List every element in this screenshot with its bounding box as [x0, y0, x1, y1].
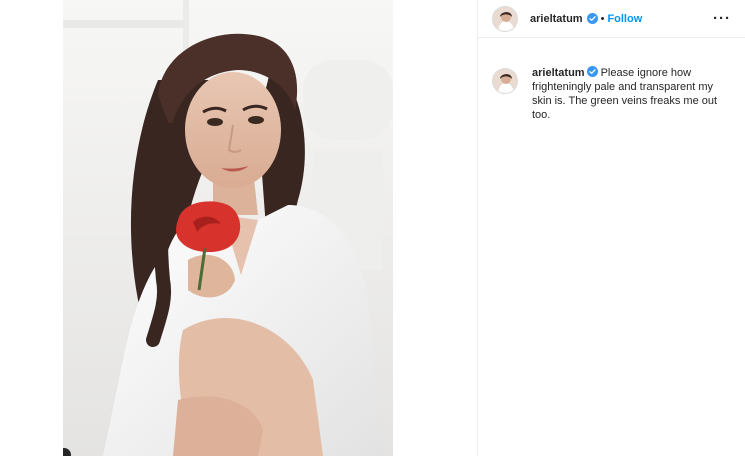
more-options-icon[interactable]: ··· — [713, 11, 731, 26]
media-area — [0, 0, 477, 456]
post-header: arieltatum • Follow ··· — [478, 0, 745, 38]
caption-username[interactable]: arieltatum — [532, 67, 585, 79]
post-photo[interactable] — [63, 0, 393, 456]
verified-badge-icon — [586, 13, 598, 24]
follow-button[interactable]: Follow — [607, 13, 642, 25]
post-side-panel: arieltatum • Follow ··· arieltatum Pleas… — [477, 0, 745, 456]
header-separator: • — [600, 12, 605, 25]
author-username[interactable]: arieltatum — [530, 13, 583, 25]
photo-illustration — [63, 0, 393, 456]
caption-comment: arieltatum Please ignore how frightening… — [478, 38, 745, 122]
verified-badge-icon — [586, 66, 598, 77]
caption-body: arieltatum Please ignore how frightening… — [532, 66, 728, 122]
author-avatar[interactable] — [492, 5, 518, 32]
instagram-post: arieltatum • Follow ··· arieltatum Pleas… — [0, 0, 745, 456]
caption-avatar[interactable] — [492, 68, 518, 94]
